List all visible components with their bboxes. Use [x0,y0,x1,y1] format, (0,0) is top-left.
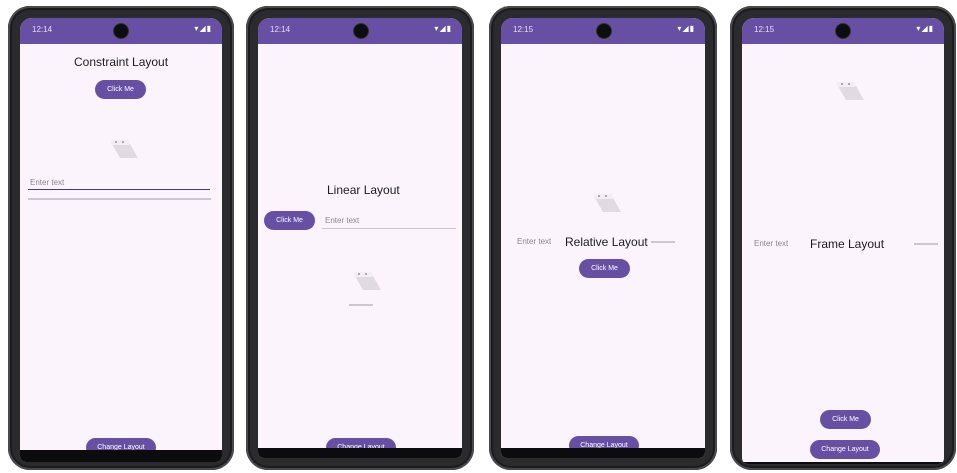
layout-title: Constraint Layout [74,55,169,69]
change-layout-button[interactable]: Change Layout [810,440,880,459]
status-icons: ▾◢▮ [434,24,452,33]
front-camera-icon [597,24,611,38]
image-placeholder-icon [837,82,864,100]
text-input[interactable]: Enter text [30,178,64,187]
status-time: 12:14 [270,25,291,34]
phone-frame-relative: 12:15 ▾◢▮ Enter text Relative Layout Cli… [489,6,717,470]
navigation-bar [258,448,462,458]
layout-title: Relative Layout [565,235,648,249]
status-icons: ▾◢▮ [194,24,212,33]
click-me-button[interactable]: Click Me [95,80,146,99]
image-placeholder-icon [354,272,381,290]
app-screen: 12:15 ▾◢▮ Enter text Relative Layout Cli… [501,18,705,458]
phone-frame-constraint: 12:14 ▾◢▮ Constraint Layout Click Me Ent… [8,6,234,470]
phone-frame-linear: 12:14 ▾◢▮ Linear Layout Click Me Enter t… [246,6,474,470]
app-screen: 12:15 ▾◢▮ Enter text Frame Layout Click … [742,18,944,464]
status-bar: 12:15 ▾◢▮ [742,18,944,44]
status-bar: 12:14 ▾◢▮ [258,18,462,44]
divider [349,304,373,306]
divider [28,198,211,200]
status-icons: ▾◢▮ [916,24,934,33]
status-icons: ▾◢▮ [677,24,695,33]
front-camera-icon [114,24,128,38]
status-time: 12:15 [513,25,534,34]
divider [914,243,938,245]
text-input[interactable]: Enter text [517,237,551,246]
front-camera-icon [836,24,850,38]
navigation-bar [742,462,944,464]
app-screen: 12:14 ▾◢▮ Constraint Layout Click Me Ent… [20,18,222,462]
click-me-button[interactable]: Click Me [264,211,315,230]
image-placeholder-icon [111,140,138,158]
phone-frame-frame: 12:15 ▾◢▮ Enter text Frame Layout Click … [730,6,956,470]
text-input[interactable]: Enter text [325,216,359,225]
click-me-button[interactable]: Click Me [579,259,630,278]
navigation-bar [20,450,222,462]
status-time: 12:14 [32,25,53,34]
layout-title: Frame Layout [810,237,885,251]
status-bar: 12:14 ▾◢▮ [20,18,222,44]
click-me-button[interactable]: Click Me [820,410,871,429]
text-input-underline [28,189,210,190]
status-bar: 12:15 ▾◢▮ [501,18,705,44]
navigation-bar [501,448,705,458]
front-camera-icon [354,24,368,38]
layout-title: Linear Layout [327,183,400,197]
text-input[interactable]: Enter text [754,239,788,248]
app-screen: 12:14 ▾◢▮ Linear Layout Click Me Enter t… [258,18,462,458]
text-input-underline [322,228,456,229]
divider [651,241,675,243]
status-time: 12:15 [754,25,775,34]
image-placeholder-icon [594,194,621,212]
